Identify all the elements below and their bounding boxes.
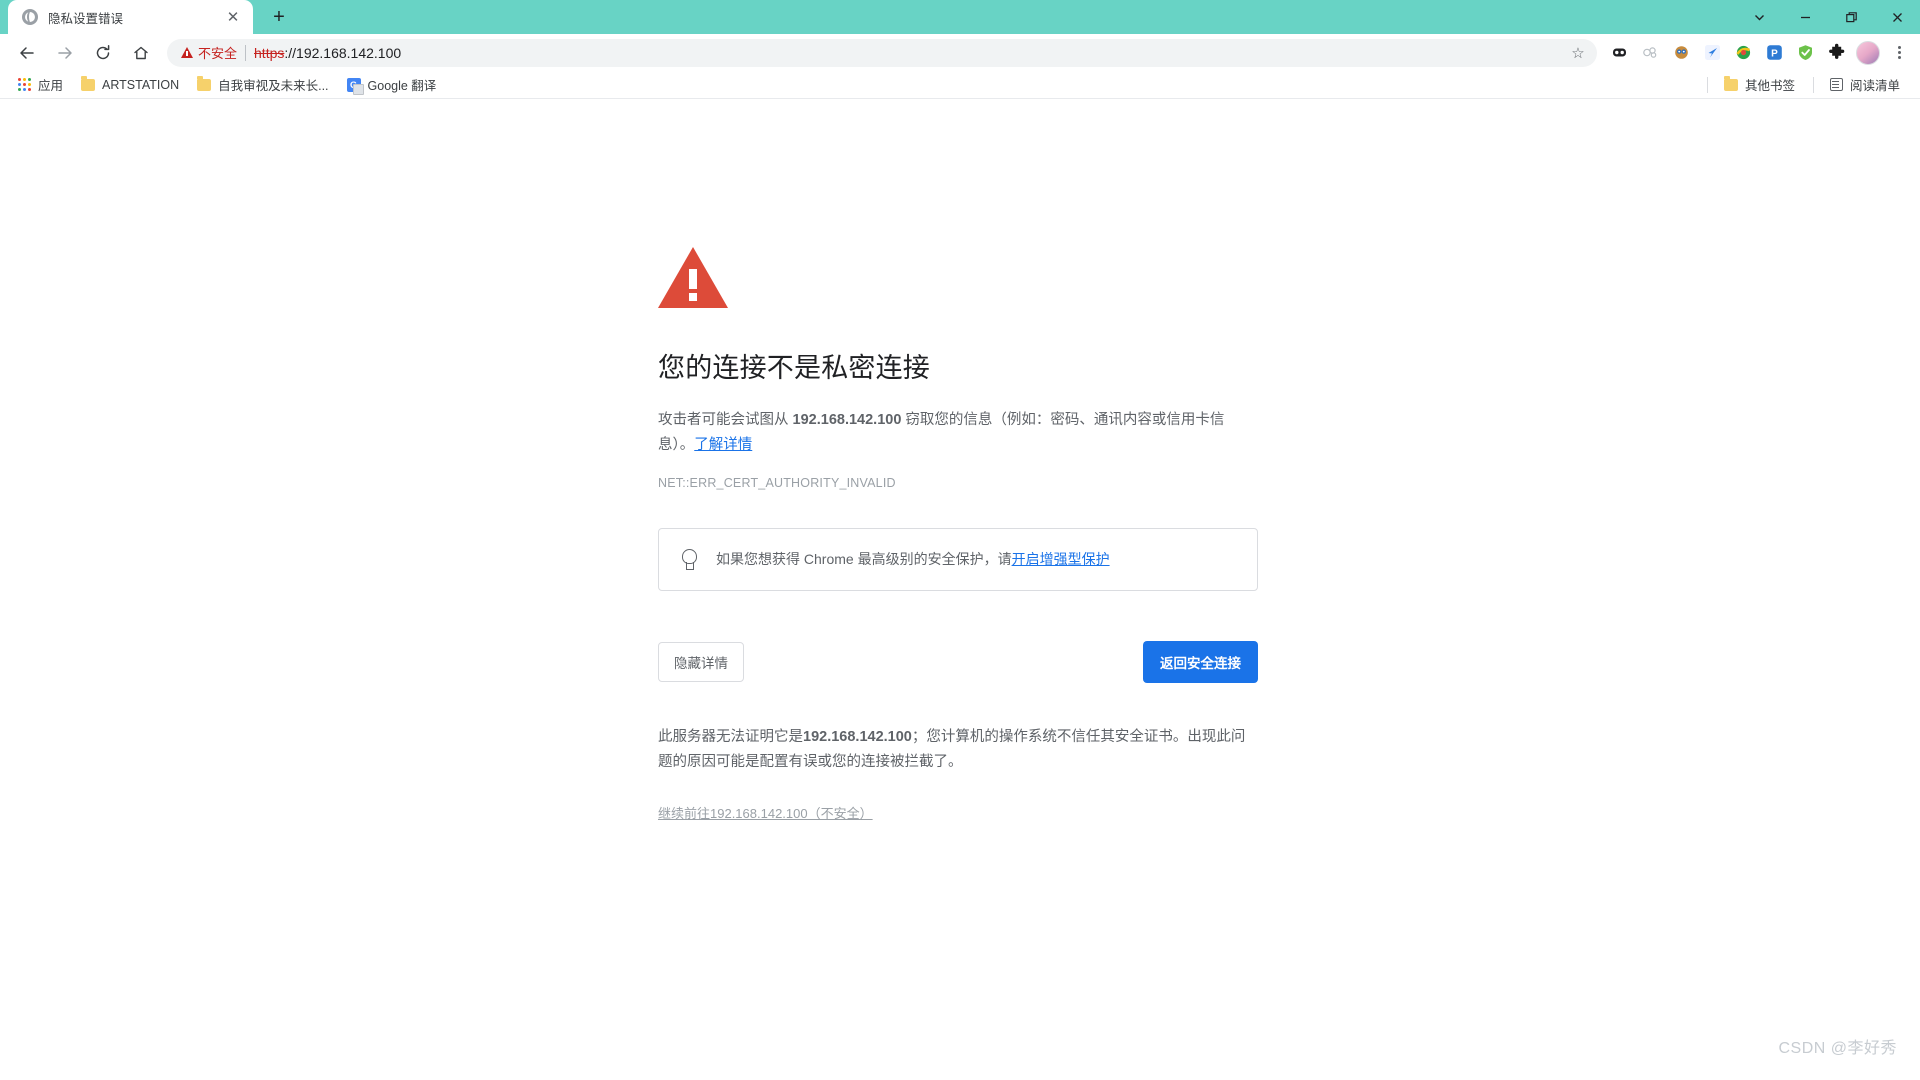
reading-list-label: 阅读清单 [1849,79,1900,93]
extension-icon-6[interactable]: P [1761,39,1788,66]
tab-search-chevron-down-icon[interactable] [1736,0,1782,34]
bookmark-star-icon[interactable]: ☆ [1565,40,1591,66]
forward-icon[interactable] [51,39,79,67]
browser-tab[interactable]: 隐私设置错误 ✕ [8,0,253,34]
warning-triangle-icon [658,247,728,308]
detail-prefix: 此服务器无法证明它是 [658,728,803,745]
minimize-icon[interactable] [1782,0,1828,34]
bookmarks-bar: 应用 ARTSTATION 自我审视及未来长... G Google 翻译 其他… [0,71,1920,99]
extension-icon-5[interactable] [1730,39,1757,66]
back-icon[interactable] [13,39,41,67]
browser-toolbar: 不安全 https://192.168.142.100 ☆ P [0,34,1920,71]
browser-window: 隐私设置错误 ✕ + 不安全 https://192.168.142.100 ☆… [0,0,1920,1080]
extension-icon-1[interactable] [1606,39,1633,66]
tab-strip: 隐私设置错误 ✕ + [0,0,1920,34]
extension-icon-4[interactable] [1699,39,1726,66]
ssl-interstitial: 您的连接不是私密连接 攻击者可能会试图从 192.168.142.100 窃取您… [658,99,1258,823]
url-text: https://192.168.142.100 [254,45,401,61]
close-tab-icon[interactable]: ✕ [223,7,243,27]
folder-icon [1723,75,1738,91]
new-tab-button[interactable]: + [263,2,295,32]
address-bar[interactable]: 不安全 https://192.168.142.100 ☆ [167,38,1597,67]
learn-more-link[interactable]: 了解详情 [694,437,752,453]
lightbulb-icon [681,549,697,570]
detail-paragraph: 此服务器无法证明它是192.168.142.100；您计算机的操作系统不信任其安… [658,725,1258,775]
body-prefix: 攻击者可能会试图从 [658,412,793,429]
page-content: 您的连接不是私密连接 攻击者可能会试图从 192.168.142.100 窃取您… [0,99,1920,1080]
callout-text: 如果您想获得 Chrome 最高级别的安全保护，请开启增强型保护 [716,548,1110,570]
tab-title: 隐私设置错误 [48,11,124,26]
svg-text:P: P [1771,49,1778,60]
folder-icon [197,75,212,91]
hide-details-button[interactable]: 隐藏详情 [658,641,744,682]
security-status-label[interactable]: 不安全 [198,43,237,62]
window-controls [1736,0,1920,34]
other-bookmarks-button[interactable]: 其他书签 [1716,72,1803,97]
bookmark-apps[interactable]: 应用 [10,72,71,97]
extension-icons: P [1604,39,1912,66]
proceed-unsafe-link[interactable]: 继续前往192.168.142.100（不安全） [658,806,873,821]
extension-icon-2[interactable] [1637,39,1664,66]
body-host: 192.168.142.100 [792,412,902,429]
extension-icon-puzzle[interactable] [1823,39,1850,66]
back-to-safety-button[interactable]: 返回安全连接 [1143,640,1258,683]
watermark: CSDN @李好秀 [1778,1040,1897,1057]
other-bookmarks-label: 其他书签 [1744,79,1795,93]
extension-icon-3[interactable] [1668,39,1695,66]
enhanced-protection-link[interactable]: 开启增强型保护 [1012,551,1110,567]
apps-grid-icon [18,78,31,91]
body-paragraph: 攻击者可能会试图从 192.168.142.100 窃取您的信息（例如：密码、通… [658,408,1258,458]
url-scheme: https [254,44,285,61]
divider [1812,76,1814,93]
bookmark-item-google-translate[interactable]: G Google 翻译 [339,72,445,97]
detail-host: 192.168.142.100 [803,728,912,745]
reload-icon[interactable] [89,39,117,67]
profile-avatar[interactable] [1856,40,1880,65]
bookmarks-bar-right: 其他书签 阅读清单 [1699,72,1910,97]
tab-favicon-icon [22,9,38,25]
not-secure-warning-icon [181,47,193,58]
divider [1706,76,1708,93]
reading-list-icon [1829,78,1843,91]
bookmark-label: Google 翻译 [367,79,437,93]
bookmark-item-self-review[interactable]: 自我审视及未来长... [189,72,336,97]
extension-icon-shield[interactable] [1792,39,1819,66]
callout-message: 如果您想获得 Chrome 最高级别的安全保护，请 [716,551,1012,568]
reading-list-button[interactable]: 阅读清单 [1822,72,1908,97]
close-window-icon[interactable] [1874,0,1920,34]
home-icon[interactable] [127,39,155,67]
url-host: ://192.168.142.100 [284,44,402,61]
page-title: 您的连接不是私密连接 [658,353,930,383]
error-code: NET::ERR_CERT_AUTHORITY_INVALID [658,476,896,491]
maximize-restore-icon[interactable] [1828,0,1874,34]
bookmark-item-artstation[interactable]: ARTSTATION [73,75,187,95]
chrome-menu-icon[interactable] [1886,40,1912,66]
omnibox-divider [245,44,247,61]
bookmark-apps-label: 应用 [38,79,64,93]
enhanced-protection-callout: 如果您想获得 Chrome 最高级别的安全保护，请开启增强型保护 [658,528,1258,591]
bookmark-label: 自我审视及未来长... [218,79,329,93]
bookmark-label: ARTSTATION [102,77,180,92]
folder-icon [81,75,96,91]
button-row: 隐藏详情 返回安全连接 [658,640,1258,683]
warning-icon-wrapper [658,247,1258,308]
google-translate-icon: G [346,77,364,95]
